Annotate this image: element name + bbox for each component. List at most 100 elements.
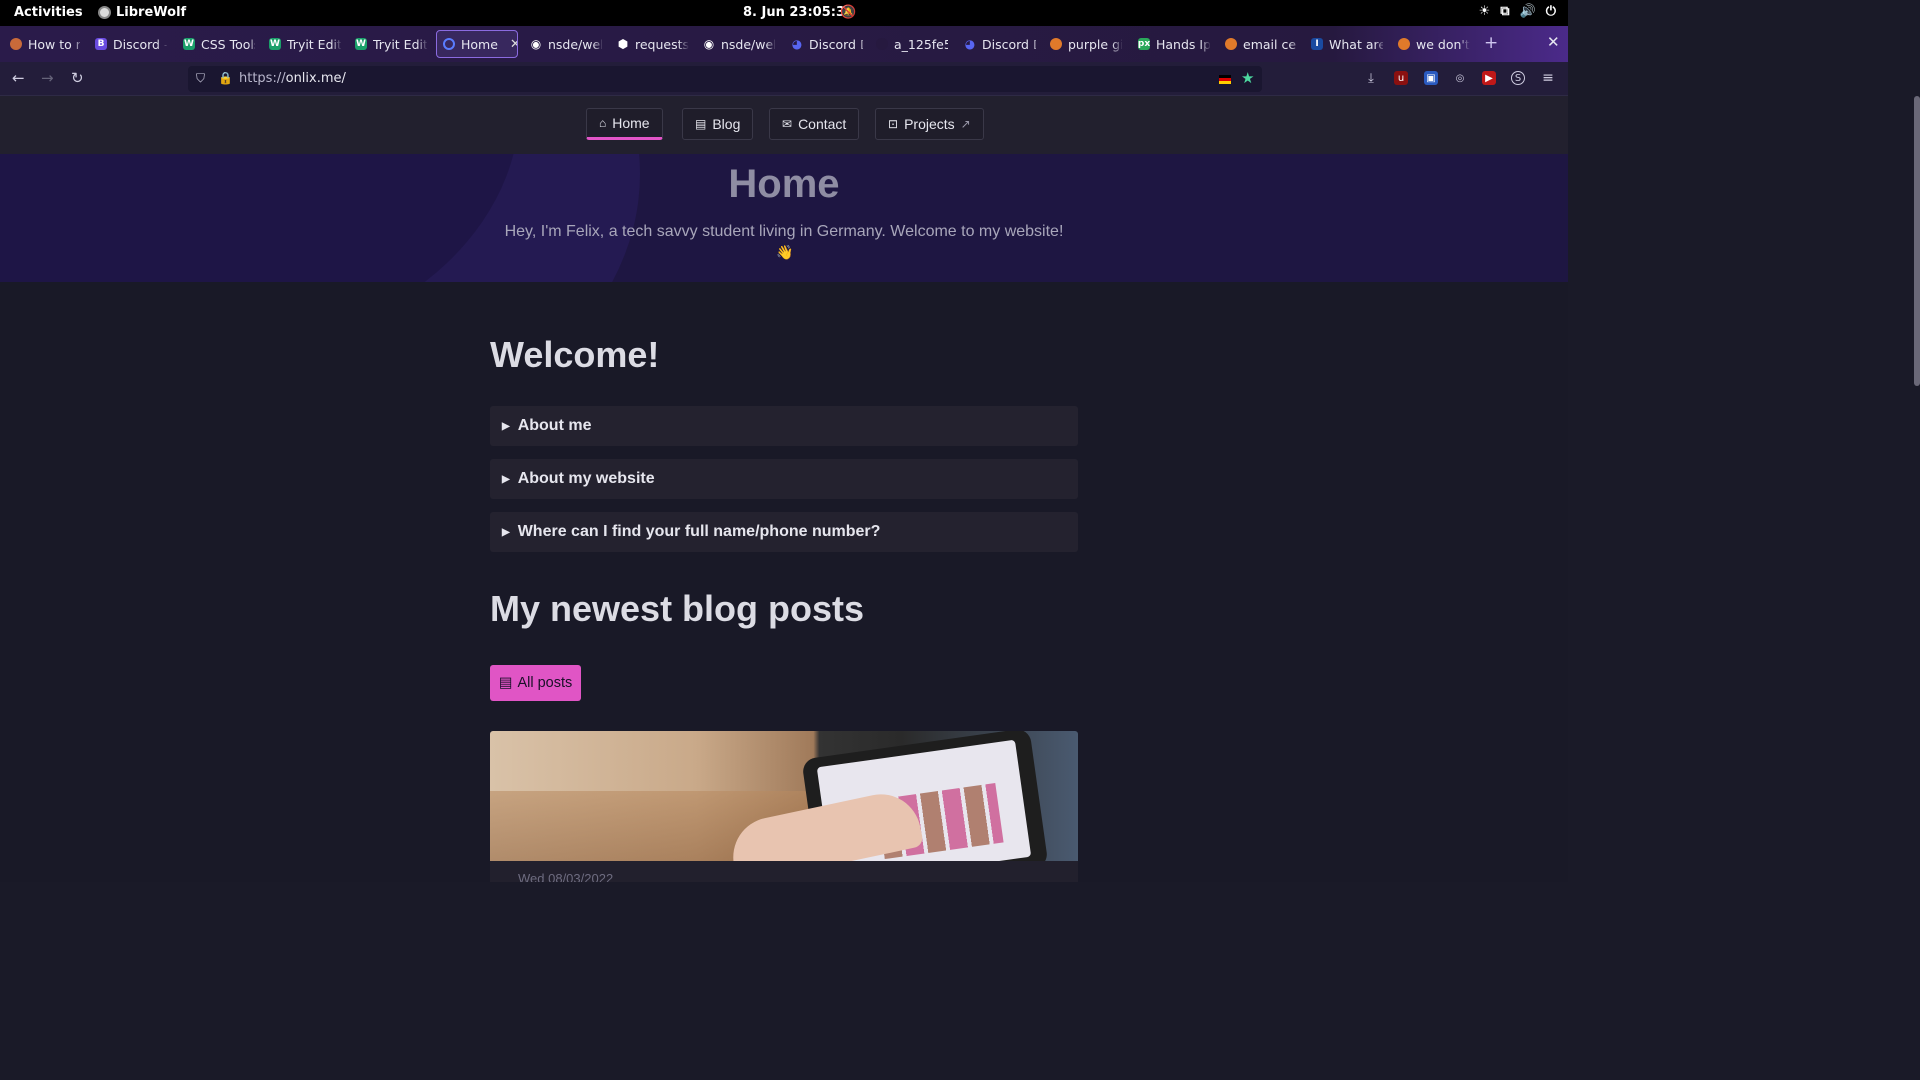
system-clock[interactable]: 8. Jun 23:05:36 — [743, 5, 854, 20]
browser-tab[interactable]: ◉ nsde/wel — [703, 32, 775, 56]
tab-label: we don't — [1416, 36, 1470, 52]
sync-icon[interactable]: S — [1511, 71, 1525, 85]
welcome-heading: Welcome! — [490, 334, 660, 375]
network-icon: ⧉ — [1500, 4, 1510, 19]
tab-label: Tryit Edit — [373, 36, 427, 52]
url-text[interactable]: https://onlix.me/ — [239, 71, 346, 86]
blog-post-date: Wed 08/03/2022 — [490, 861, 1078, 882]
site-favicon: W — [269, 38, 281, 50]
system-tray[interactable]: ☀ ⧉ 🔊 ⏻ — [1479, 4, 1556, 19]
browser-tab[interactable]: How to n — [10, 32, 80, 56]
page-scrollbar[interactable] — [1914, 96, 1920, 386]
waving-hand-emoji: 👋 — [776, 245, 794, 261]
browser-tab[interactable]: W Tryit Edit — [269, 32, 341, 56]
browser-tab[interactable]: we don't — [1398, 32, 1470, 56]
tab-label: nsde/wel — [721, 36, 775, 52]
github-icon: ◉ — [703, 37, 715, 51]
downloads-icon[interactable]: ⤓ — [1364, 71, 1378, 86]
browser-tab[interactable]: email cer — [1225, 32, 1297, 56]
sponsorblock-icon[interactable]: ▶ — [1482, 71, 1496, 85]
browser-tab[interactable]: B Discord - — [95, 32, 167, 56]
german-flag-icon[interactable] — [1219, 75, 1231, 84]
browser-tab[interactable]: Home ✕ — [436, 30, 518, 58]
reload-button[interactable]: ↻ — [71, 69, 84, 87]
site-favicon: I — [1311, 38, 1323, 50]
site-favicon — [1398, 38, 1410, 50]
tab-label: Tryit Edit — [287, 36, 341, 52]
tab-label: requests — [635, 36, 689, 52]
discord-icon: ◕ — [791, 37, 803, 51]
notifications-muted-icon: 🔕 — [840, 5, 857, 20]
browser-tab[interactable]: ◉ nsde/wel — [530, 32, 602, 56]
hamburger-menu-icon[interactable]: ≡ — [1541, 70, 1555, 86]
site-navigation: ⌂ Home ▤ Blog ✉ Contact ⊡ Projects ↗ — [0, 96, 1568, 154]
details-full-name-phone[interactable]: ▶ Where can I find your full name/phone … — [490, 512, 1078, 552]
tab-label: nsde/wel — [548, 36, 602, 52]
home-icon: ⌂ — [599, 116, 607, 130]
tab-label: a_125fe5397 — [894, 36, 948, 52]
site-favicon: B — [95, 38, 107, 50]
tab-label: What are — [1329, 36, 1383, 52]
system-top-bar: Activities LibreWolf 8. Jun 23:05:36 🔕 ☀… — [0, 0, 1568, 26]
details-about-me[interactable]: ▶ About me — [490, 406, 1078, 446]
site-favicon: W — [183, 38, 195, 50]
nav-contact[interactable]: ✉ Contact — [769, 108, 860, 140]
ublock-origin-icon[interactable]: u — [1394, 71, 1408, 85]
browser-tab[interactable]: W Tryit Edit — [355, 32, 427, 56]
external-link-icon: ↗ — [960, 117, 971, 131]
all-posts-button[interactable]: ▤ All posts — [490, 665, 581, 701]
blog-posts-heading: My newest blog posts — [490, 588, 865, 629]
close-window-icon[interactable]: ✕ — [1547, 33, 1560, 51]
tab-label: Discord - — [113, 36, 167, 52]
site-favicon — [876, 38, 888, 50]
envelope-icon: ✉ — [782, 117, 793, 131]
tab-label: Hands Ip — [1156, 36, 1210, 52]
hero-banner: Home Hey, I'm Felix, a tech savvy studen… — [0, 154, 1568, 282]
browser-tab[interactable]: purple gi — [1050, 32, 1122, 56]
tab-label: email cer — [1243, 36, 1297, 52]
app-name: LibreWolf — [116, 5, 187, 20]
bookmark-star-icon[interactable]: ★ — [1241, 69, 1254, 87]
site-favicon — [443, 38, 455, 50]
browser-tab[interactable]: ◕ Discord D — [791, 32, 863, 56]
site-favicon: W — [355, 38, 367, 50]
back-button[interactable]: ← — [12, 69, 25, 87]
disclosure-triangle-icon: ▶ — [502, 473, 510, 485]
details-about-website[interactable]: ▶ About my website — [490, 459, 1078, 499]
browser-tab[interactable]: ◕ Discord D — [964, 32, 1036, 56]
extension-icon[interactable]: ▣ — [1424, 71, 1438, 85]
app-menu[interactable]: LibreWolf — [98, 5, 186, 20]
site-favicon — [1225, 38, 1237, 50]
disclosure-triangle-icon: ▶ — [502, 526, 510, 538]
shield-icon[interactable]: ⛉ — [196, 71, 205, 86]
page-title: Home — [728, 162, 840, 206]
new-tab-button[interactable]: + — [1484, 33, 1498, 53]
nav-home[interactable]: ⌂ Home — [586, 108, 663, 140]
site-favicon: px — [1138, 38, 1151, 50]
browser-tab[interactable]: W CSS Tools — [183, 32, 255, 56]
privacy-badger-icon[interactable]: ◎ — [1453, 71, 1467, 85]
newspaper-icon: ▤ — [695, 117, 707, 131]
hero-subtitle: Hey, I'm Felix, a tech savvy student liv… — [504, 223, 1064, 240]
web-page: ⌂ Home ▤ Blog ✉ Contact ⊡ Projects ↗ Hom… — [0, 96, 1568, 882]
browser-tab[interactable]: a_125fe5397 — [876, 32, 948, 56]
librewolf-icon — [98, 6, 111, 19]
tab-label: Discord D — [982, 36, 1036, 52]
site-favicon — [1050, 38, 1062, 50]
nav-projects[interactable]: ⊡ Projects ↗ — [875, 108, 984, 140]
discord-icon: ◕ — [964, 37, 976, 51]
address-bar[interactable]: ⛉ 🔒 https://onlix.me/ ★ — [188, 66, 1262, 92]
browser-tab[interactable]: px Hands Ip — [1138, 32, 1210, 56]
browser-tab[interactable]: I What are — [1311, 32, 1383, 56]
forward-button[interactable]: → — [41, 69, 54, 87]
nav-blog[interactable]: ▤ Blog — [682, 108, 754, 140]
browser-tab[interactable]: ⬢ requests — [617, 32, 689, 56]
lock-icon[interactable]: 🔒 — [218, 71, 233, 85]
close-tab-icon[interactable]: ✕ — [510, 37, 517, 52]
tab-label: Home — [461, 36, 498, 52]
tab-label: Discord D — [809, 36, 863, 52]
activities-button[interactable]: Activities — [14, 5, 83, 20]
blog-post-thumbnail[interactable] — [490, 731, 1078, 861]
package-icon: ⬢ — [617, 37, 629, 51]
code-icon: ⊡ — [888, 117, 899, 131]
